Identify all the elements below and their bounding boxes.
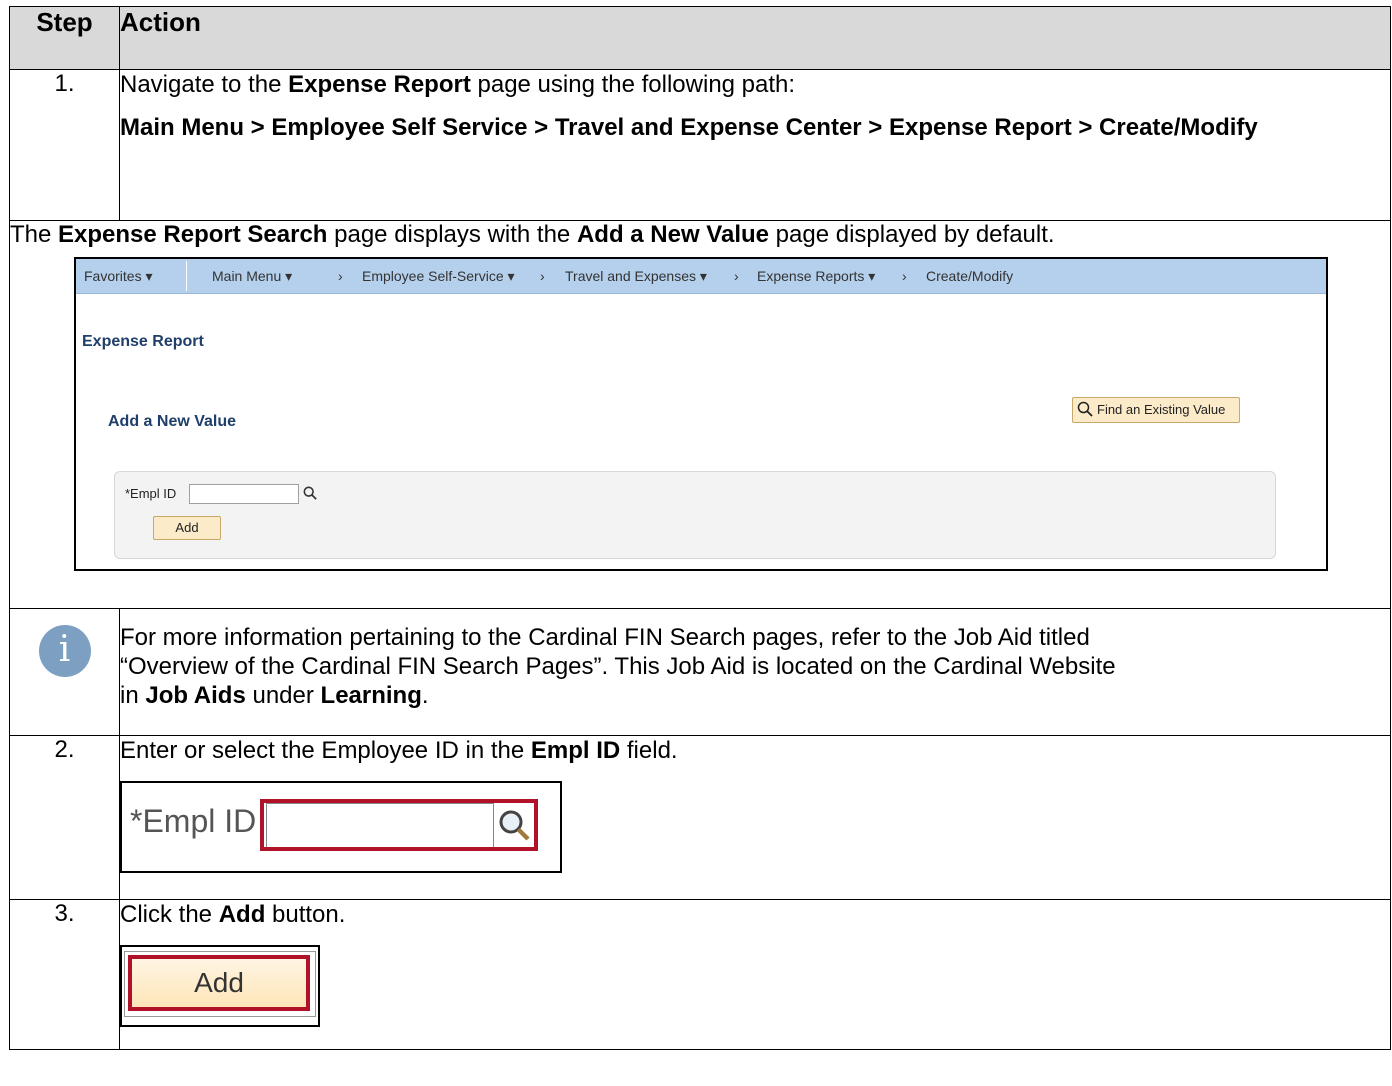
- bold-text: Expense Report Search: [58, 221, 328, 248]
- action-column-header: Action: [119, 6, 1391, 70]
- text-run: page using the following path:: [470, 71, 796, 98]
- breadcrumb-separator: ›: [540, 268, 545, 284]
- add-button[interactable]: Add: [128, 955, 310, 1011]
- step-2-row: 2. Enter or select the Employee ID in th…: [9, 735, 1391, 900]
- description-text: The Expense Report Search page displays …: [10, 221, 1390, 249]
- step-action: Click the Add button. Add: [119, 899, 1391, 1050]
- text-run: Navigate to the: [120, 71, 289, 98]
- breadcrumb-separator: ›: [734, 268, 739, 284]
- bold-text: Job Aids: [145, 682, 246, 709]
- bold-text: Empl ID: [530, 737, 621, 764]
- lookup-icon[interactable]: [303, 486, 317, 500]
- add-new-value-title: Add a New Value: [108, 413, 237, 430]
- bold-text: Learning: [320, 682, 422, 709]
- screenshot-row: The Expense Report Search page displays …: [9, 220, 1391, 609]
- bold-text: Add a New Value: [576, 221, 770, 248]
- breadcrumb-separator: ›: [902, 268, 907, 284]
- step-text: Click the Add button.: [120, 900, 1390, 929]
- step-column-header: Step: [9, 6, 120, 70]
- text-run: field.: [620, 737, 678, 764]
- step-3-row: 3. Click the Add button. Add: [9, 899, 1391, 1050]
- info-glyph: i: [58, 629, 71, 670]
- text-run: page displayed by default.: [769, 221, 1055, 248]
- step-number: 2.: [9, 735, 120, 900]
- text-run: The: [10, 221, 59, 248]
- text-run: in: [120, 682, 146, 709]
- main-menu[interactable]: Main Menu ▾: [212, 268, 292, 285]
- add-button-zoom: Add: [120, 945, 320, 1027]
- text-run: page displays with the: [327, 221, 577, 248]
- steps-table: Step Action 1. Navigate to the Expense R…: [9, 6, 1391, 1050]
- bold-text: Expense Report: [288, 71, 471, 98]
- find-existing-value-button[interactable]: Find an Existing Value: [1072, 397, 1240, 423]
- text-run: Click the: [120, 901, 219, 928]
- info-line: “Overview of the Cardinal FIN Search Pag…: [120, 653, 1116, 680]
- nav-divider: [186, 261, 187, 291]
- navigation-path: Main Menu > Employee Self Service > Trav…: [120, 113, 1390, 142]
- page-title: Expense Report: [82, 333, 204, 350]
- text-run: Enter or select the Employee ID in the: [120, 737, 531, 764]
- info-icon-cell: i: [9, 608, 120, 736]
- breadcrumb-expense-reports[interactable]: Expense Reports ▾: [757, 268, 875, 285]
- text-run: button.: [265, 901, 346, 928]
- navigation-bar: Favorites ▾ Main Menu ▾ › Employee Self-…: [76, 259, 1326, 294]
- info-text: For more information pertaining to the C…: [119, 608, 1391, 736]
- add-button[interactable]: Add: [153, 516, 221, 540]
- breadcrumb-separator: ›: [338, 268, 343, 284]
- breadcrumb-travel[interactable]: Travel and Expenses ▾: [565, 268, 707, 285]
- text-run: under: [245, 682, 321, 709]
- empl-id-field-zoom: *Empl ID: [120, 781, 562, 873]
- step-action: Navigate to the Expense Report page usin…: [119, 69, 1391, 221]
- breadcrumb-create-modify[interactable]: Create/Modify: [926, 268, 1013, 284]
- step-1-row: 1. Navigate to the Expense Report page u…: [9, 69, 1391, 221]
- highlight-box: [260, 799, 538, 851]
- step-number: 1.: [9, 69, 120, 221]
- favorites-menu[interactable]: Favorites ▾: [84, 268, 153, 285]
- search-criteria-panel: *Empl ID Add: [114, 471, 1276, 559]
- job-aid-document: Step Action 1. Navigate to the Expense R…: [0, 0, 1392, 1086]
- bold-text: Add: [218, 901, 266, 928]
- info-icon: i: [38, 625, 91, 677]
- empl-id-label: *Empl ID: [130, 803, 257, 839]
- header-row: Step Action: [9, 6, 1391, 70]
- expense-report-screenshot: Favorites ▾ Main Menu ▾ › Employee Self-…: [74, 257, 1328, 571]
- text-run: .: [421, 682, 429, 709]
- breadcrumb-self-service[interactable]: Employee Self-Service ▾: [362, 268, 515, 285]
- empl-id-label: *Empl ID: [125, 486, 177, 501]
- full-width-cell: The Expense Report Search page displays …: [9, 220, 1391, 609]
- info-row: i For more information pertaining to the…: [9, 608, 1391, 736]
- search-icon: [1077, 401, 1093, 417]
- path-text: Main Menu > Employee Self Service > Trav…: [120, 114, 1258, 141]
- step-action: Enter or select the Employee ID in the E…: [119, 735, 1391, 900]
- find-button-label: Find an Existing Value: [1097, 402, 1226, 417]
- step-text: Navigate to the Expense Report page usin…: [120, 70, 1390, 99]
- step-number: 3.: [9, 899, 120, 1050]
- info-line: For more information pertaining to the C…: [120, 624, 1090, 651]
- step-text: Enter or select the Employee ID in the E…: [120, 736, 1390, 765]
- info-line: in Job Aids under Learning.: [120, 681, 1390, 710]
- empl-id-input[interactable]: [189, 484, 299, 504]
